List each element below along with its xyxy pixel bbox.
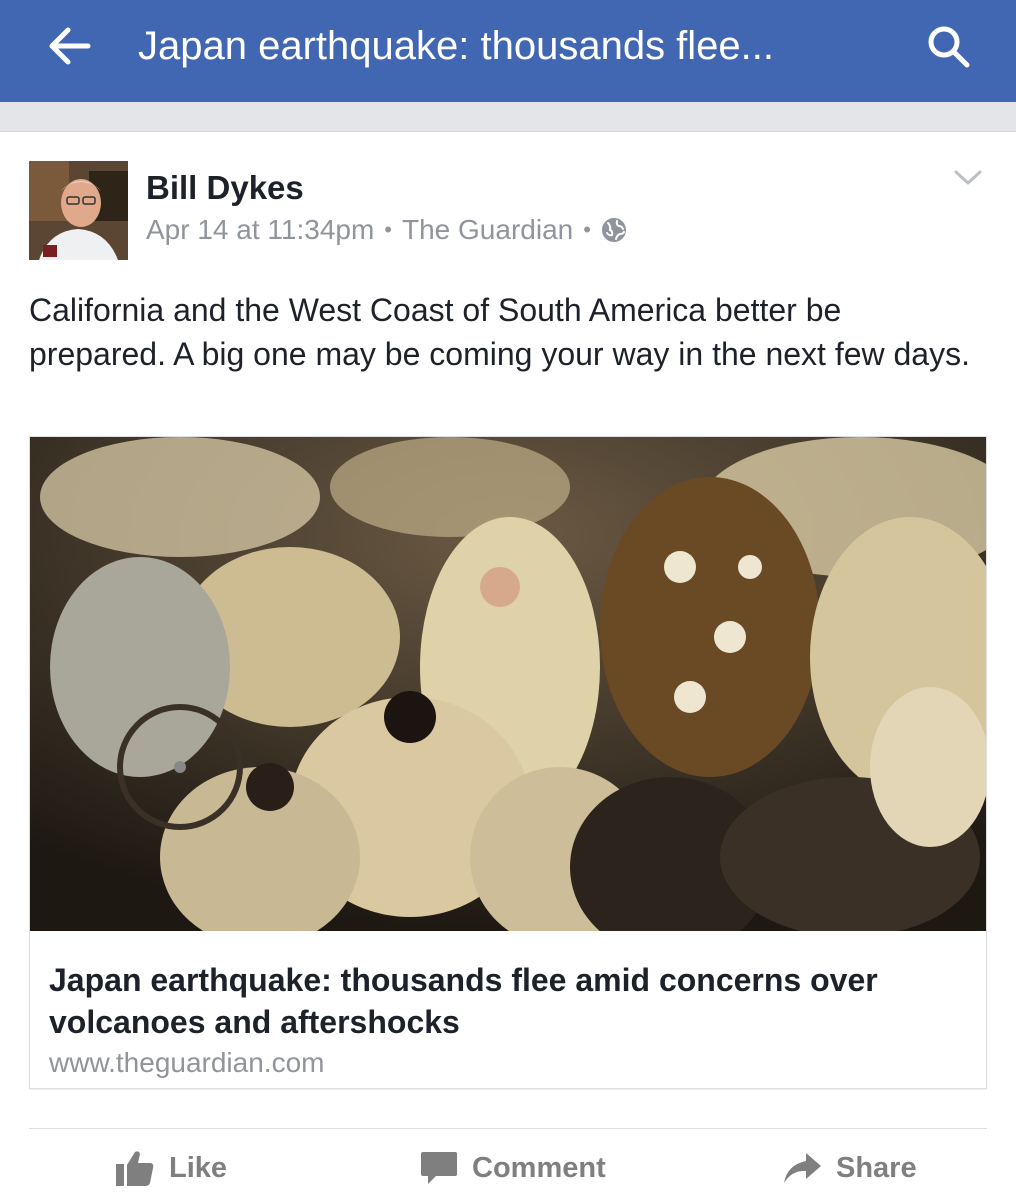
top-app-bar: Japan earthquake: thousands flee... bbox=[0, 0, 1016, 102]
share-button[interactable]: Share bbox=[782, 1140, 917, 1196]
share-label: Share bbox=[836, 1151, 917, 1184]
search-button[interactable] bbox=[918, 18, 978, 74]
comment-button[interactable]: Comment bbox=[420, 1140, 606, 1196]
share-arrow-icon bbox=[784, 1153, 821, 1183]
link-domain: www.theguardian.com bbox=[49, 1047, 325, 1078]
comment-icon bbox=[421, 1152, 457, 1184]
post-meta: Apr 14 at 11:34pm • The Guardian • bbox=[146, 212, 627, 248]
feed-separator bbox=[0, 102, 1016, 132]
comment-label: Comment bbox=[472, 1151, 606, 1184]
back-button[interactable] bbox=[40, 18, 100, 74]
meta-separator: • bbox=[583, 217, 591, 242]
thumbs-up-icon bbox=[116, 1151, 154, 1186]
page-title: Japan earthquake: thousands flee... bbox=[138, 24, 775, 68]
link-title[interactable]: Japan earthquake: thousands flee amid co… bbox=[49, 959, 949, 1043]
actions-divider bbox=[29, 1128, 987, 1129]
search-icon bbox=[928, 26, 970, 68]
meta-separator: • bbox=[384, 217, 392, 242]
link-preview-image bbox=[30, 437, 986, 931]
globe-icon bbox=[601, 218, 626, 242]
link-preview-card[interactable]: Japan earthquake: thousands flee amid co… bbox=[29, 436, 987, 1089]
post-author-name[interactable]: Bill Dykes bbox=[146, 168, 304, 208]
post-options-button[interactable] bbox=[948, 160, 988, 194]
like-button[interactable]: Like bbox=[115, 1140, 227, 1196]
avatar[interactable] bbox=[29, 161, 128, 260]
post-text: California and the West Coast of South A… bbox=[29, 292, 970, 372]
chevron-down-icon bbox=[954, 170, 982, 185]
post-timestamp[interactable]: Apr 14 at 11:34pm bbox=[146, 212, 374, 248]
arrow-left-icon bbox=[49, 27, 91, 65]
like-label: Like bbox=[169, 1151, 228, 1184]
post-via-source[interactable]: The Guardian bbox=[402, 212, 573, 248]
